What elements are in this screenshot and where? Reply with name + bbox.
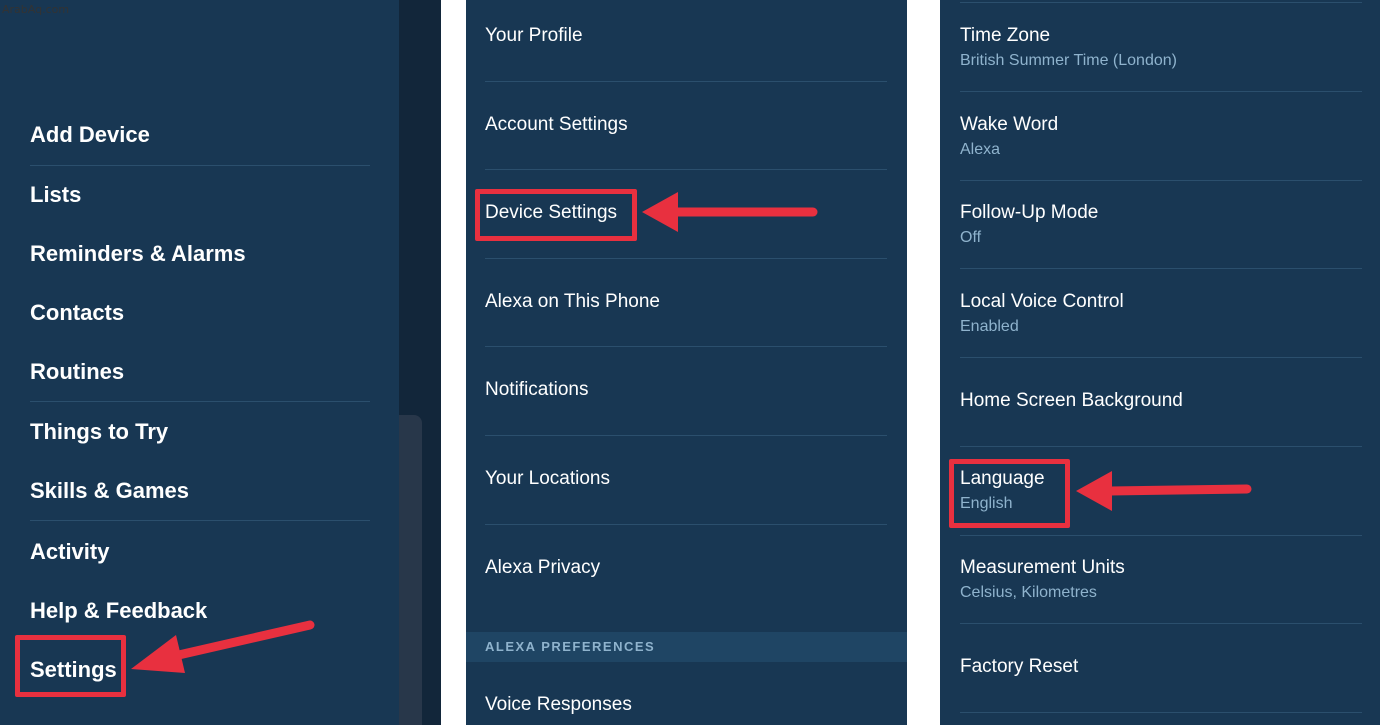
menu-item-skills-games[interactable]: Skills & Games — [30, 477, 189, 505]
pointer-arrow-icon — [1076, 471, 1252, 511]
menu-item-lists[interactable]: Lists — [30, 181, 81, 209]
settings-item-alexa-privacy[interactable]: Alexa Privacy — [485, 556, 600, 580]
menu-screen: Add Device Lists Reminders & Alarms Cont… — [0, 0, 441, 725]
device-setting-measurement-units[interactable]: Measurement Units — [960, 556, 1125, 580]
menu-divider — [30, 520, 370, 521]
settings-item-voice-responses[interactable]: Voice Responses — [485, 693, 632, 717]
device-setting-local-voice-control-value: Enabled — [960, 318, 1019, 335]
settings-item-account-settings[interactable]: Account Settings — [485, 113, 628, 137]
row-divider — [485, 81, 887, 82]
settings-screen: Your Profile Account Settings Device Set… — [466, 0, 907, 725]
menu-item-add-device[interactable]: Add Device — [30, 121, 150, 149]
pointer-arrow-icon — [642, 192, 818, 232]
menu-item-things-to-try[interactable]: Things to Try — [30, 418, 168, 446]
device-setting-wake-word[interactable]: Wake Word — [960, 113, 1058, 137]
row-divider — [960, 91, 1362, 92]
device-setting-follow-up-mode-value: Off — [960, 229, 982, 246]
section-title-alexa-preferences: ALEXA PREFERENCES — [485, 639, 656, 654]
device-settings-highlight-box — [475, 189, 637, 241]
device-setting-local-voice-control[interactable]: Local Voice Control — [960, 290, 1124, 314]
menu-item-contacts[interactable]: Contacts — [30, 299, 124, 327]
device-setting-wake-word-value: Alexa — [960, 141, 1001, 158]
settings-item-alexa-on-this-phone[interactable]: Alexa on This Phone — [485, 290, 660, 314]
menu-item-activity[interactable]: Activity — [30, 538, 109, 566]
row-divider — [960, 535, 1362, 536]
menu-item-reminders-alarms[interactable]: Reminders & Alarms — [30, 240, 246, 268]
row-divider — [485, 258, 887, 259]
settings-item-your-locations[interactable]: Your Locations — [485, 467, 610, 491]
watermark: ArabAq.com — [2, 3, 70, 16]
row-divider — [960, 180, 1362, 181]
row-divider — [485, 435, 887, 436]
device-setting-time-zone[interactable]: Time Zone — [960, 24, 1050, 48]
pointer-arrow-icon — [131, 620, 315, 673]
row-divider — [960, 2, 1362, 3]
device-setting-time-zone-value: British Summer Time (London) — [960, 52, 1177, 69]
row-divider — [960, 446, 1362, 447]
device-setting-follow-up-mode[interactable]: Follow-Up Mode — [960, 201, 1098, 225]
row-divider — [960, 357, 1362, 358]
row-divider — [485, 346, 887, 347]
device-setting-measurement-units-value: Celsius, Kilometres — [960, 584, 1097, 601]
settings-item-your-profile[interactable]: Your Profile — [485, 24, 583, 48]
settings-highlight-box — [15, 635, 126, 697]
row-divider — [960, 623, 1362, 624]
row-divider — [485, 169, 887, 170]
row-divider — [960, 712, 1362, 713]
menu-item-routines[interactable]: Routines — [30, 358, 124, 386]
device-setting-home-screen-background[interactable]: Home Screen Background — [960, 389, 1183, 413]
device-setting-factory-reset[interactable]: Factory Reset — [960, 655, 1078, 679]
menu-divider — [30, 165, 370, 166]
settings-item-notifications[interactable]: Notifications — [485, 378, 589, 402]
backdrop-card — [399, 415, 422, 725]
language-highlight-box — [949, 459, 1070, 528]
row-divider — [485, 524, 887, 525]
row-divider — [960, 268, 1362, 269]
menu-divider — [30, 401, 370, 402]
device-settings-screen: Time Zone British Summer Time (London) W… — [940, 0, 1380, 725]
